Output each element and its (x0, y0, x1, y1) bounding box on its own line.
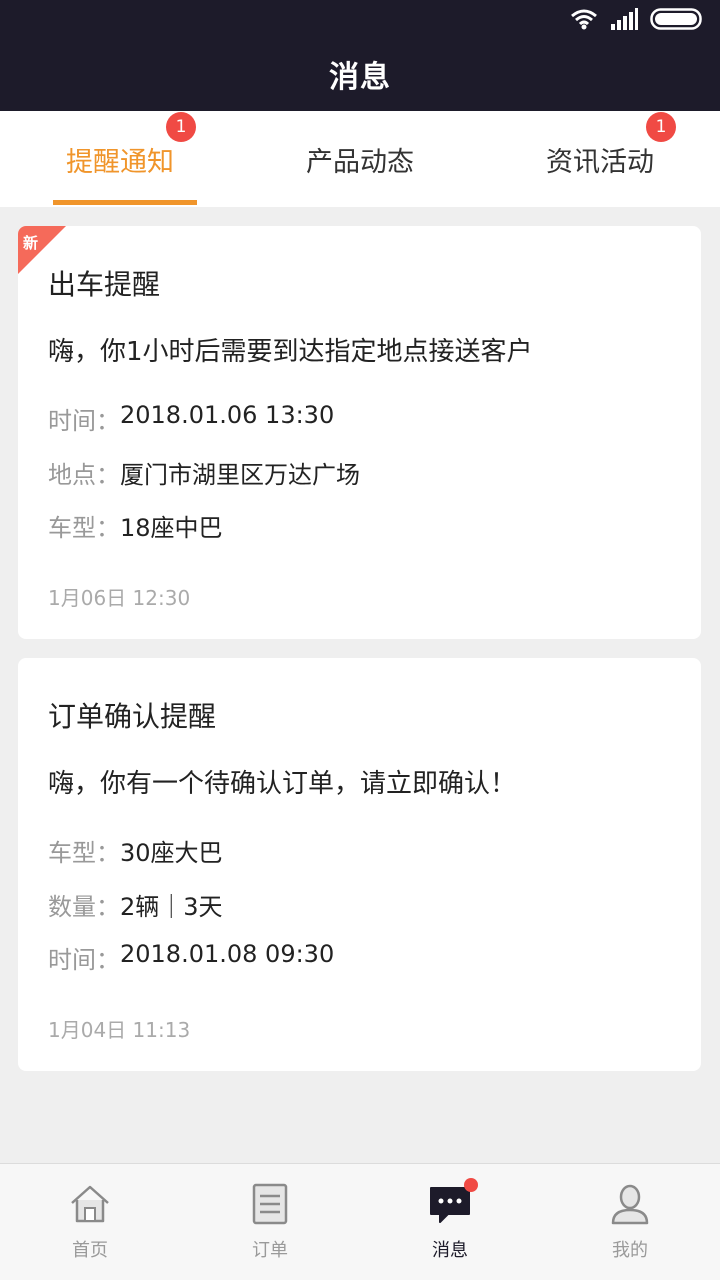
active-tab-indicator (53, 200, 197, 205)
detail-value: 2018.01.06 13:30 (120, 401, 335, 429)
tab-label-text: 提醒通知 (66, 146, 174, 178)
new-tag: 新 (23, 234, 39, 252)
unread-badge: 1 (646, 111, 676, 142)
card-detail-row: 时间： 2018.01.08 09:30 (48, 940, 334, 975)
detail-key: 时间： (48, 946, 120, 974)
unread-badge: 1 (166, 111, 196, 142)
card-message: 嗨，你1小时后需要到达指定地点接送客户 (48, 337, 533, 367)
card-detail-row: 车型： 30座大巴 (48, 833, 223, 868)
card-message: 嗨，你有一个待确认订单，请立即确认！ (48, 769, 517, 799)
nav-label: 我的 (612, 1240, 648, 1261)
order-icon (248, 1182, 292, 1226)
tab-label: 提醒通知 1 (66, 111, 196, 179)
detail-value: 18座中巴 (120, 514, 223, 542)
signal-icon (611, 8, 638, 30)
nav-profile[interactable]: 我的 (540, 1164, 720, 1280)
nav-messages[interactable]: 消息 (360, 1164, 540, 1280)
card-detail-row: 数量： 2辆｜3天 (48, 887, 223, 922)
bottom-nav: 首页 订单 消息 我的 (0, 1163, 720, 1280)
notification-card[interactable]: 新 出车提醒 嗨，你1小时后需要到达指定地点接送客户 时间： 2018.01.0… (18, 226, 701, 639)
detail-value: 厦门市湖里区万达广场 (120, 461, 360, 489)
top-bar: 消息 (0, 0, 720, 111)
notification-card[interactable]: 订单确认提醒 嗨，你有一个待确认订单，请立即确认！ 车型： 30座大巴 数量： … (18, 658, 701, 1071)
detail-key: 车型： (48, 839, 120, 867)
nav-label: 首页 (72, 1240, 108, 1261)
card-detail-row: 时间： 2018.01.06 13:30 (48, 401, 334, 436)
home-icon (68, 1182, 112, 1226)
nav-orders[interactable]: 订单 (180, 1164, 360, 1280)
detail-value: 30座大巴 (120, 839, 223, 867)
detail-key: 数量： (48, 893, 120, 921)
tab-label: 资讯活动 1 (546, 111, 676, 179)
nav-label: 消息 (432, 1240, 468, 1261)
message-tabs: 提醒通知 1 产品动态 资讯活动 1 (0, 111, 720, 207)
page-title: 消息 (329, 60, 391, 95)
card-detail-row: 车型： 18座中巴 (48, 508, 223, 543)
status-icons (570, 8, 704, 30)
nav-home[interactable]: 首页 (0, 1164, 180, 1280)
message-icon (428, 1178, 478, 1226)
wifi-icon (571, 9, 597, 30)
tab-label-text: 产品动态 (306, 146, 414, 178)
battery-icon (650, 8, 702, 30)
detail-key: 车型： (48, 514, 120, 542)
detail-key: 时间： (48, 407, 120, 435)
detail-value: 2辆｜3天 (120, 893, 223, 921)
detail-value: 2018.01.08 09:30 (120, 940, 335, 968)
profile-icon (608, 1182, 652, 1226)
tab-reminders[interactable]: 提醒通知 1 (0, 111, 240, 207)
card-detail-row: 地点： 厦门市湖里区万达广场 (48, 455, 360, 490)
detail-key: 地点： (48, 461, 120, 489)
tab-product-news[interactable]: 产品动态 (240, 111, 480, 207)
new-message-dot (464, 1178, 478, 1192)
card-title: 订单确认提醒 (48, 700, 217, 733)
card-timestamp: 1月06日 12:30 (48, 586, 191, 610)
tab-info-events[interactable]: 资讯活动 1 (480, 111, 720, 207)
tab-label-text: 资讯活动 (546, 146, 654, 178)
card-title: 出车提醒 (48, 268, 161, 301)
nav-label: 订单 (252, 1240, 288, 1261)
card-timestamp: 1月04日 11:13 (48, 1018, 191, 1042)
